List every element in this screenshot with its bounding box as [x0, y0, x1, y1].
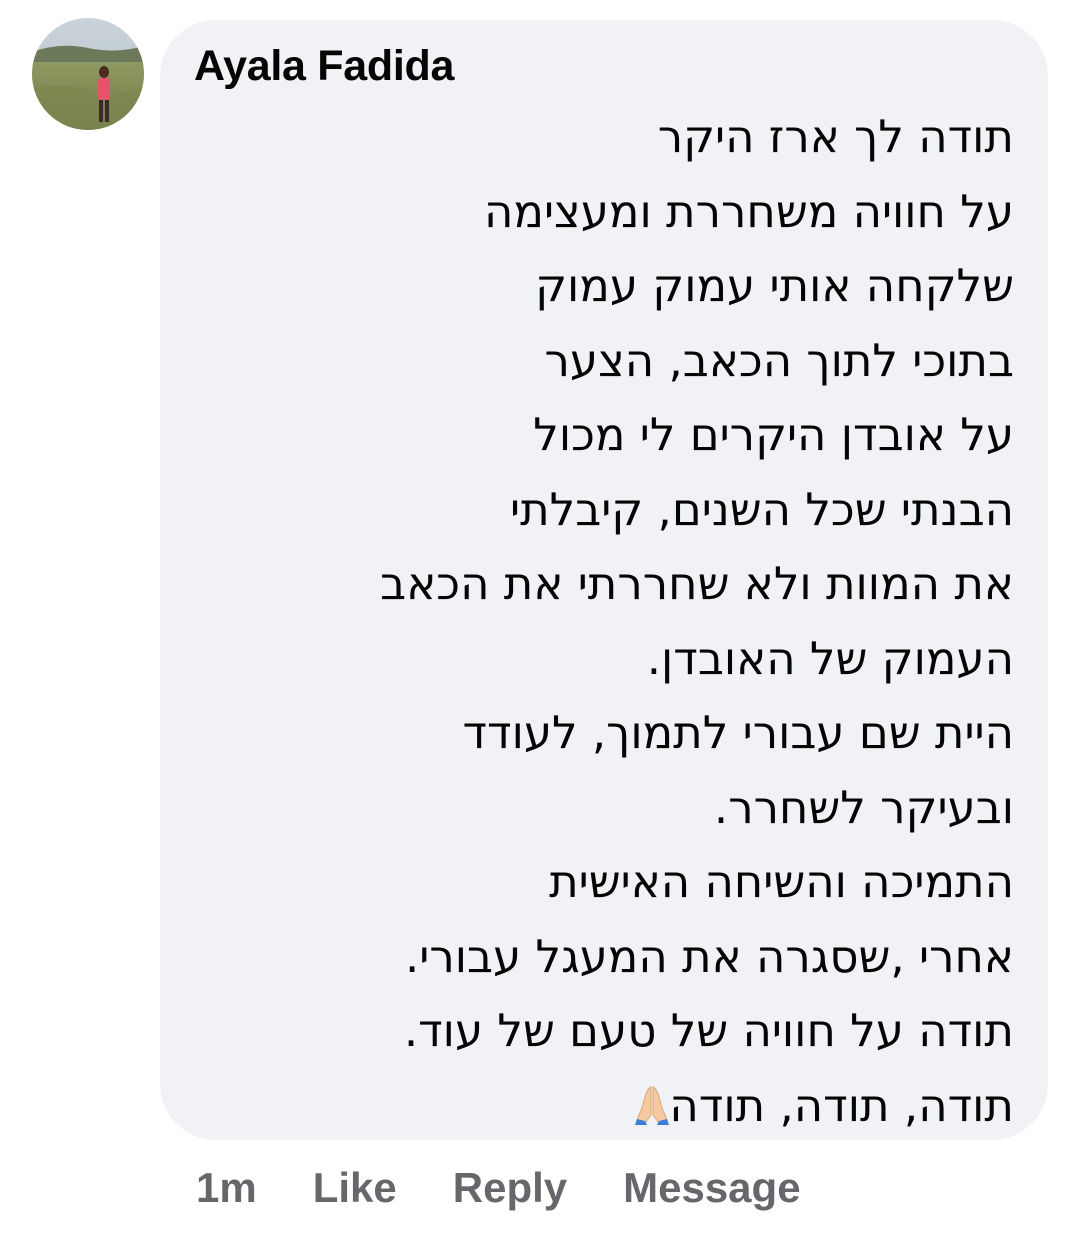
comment-timestamp[interactable]: 1m: [196, 1164, 257, 1212]
comment-line: אחרי ,שסגרה את המעגל עבורי.: [404, 929, 1014, 983]
comment-line: ובעיקר לשחרר.: [713, 780, 1014, 834]
comment-line: היית שם עבורי לתמוך, לעודד: [462, 706, 1014, 759]
comment-line: את המוות ולא שחררתי את הכאב: [380, 557, 1014, 610]
comment-line-last: תודה, תודה, תודה: [254, 1069, 1014, 1144]
comment-body: תודה לך ארז היקר על חוויה משחררת ומעצימה…: [254, 100, 1014, 1143]
comment-actions: 1m Like Reply Message: [196, 1160, 801, 1216]
comment-line: שלקחה אותי עמוק עמוק: [535, 259, 1014, 312]
message-button[interactable]: Message: [623, 1164, 800, 1212]
avatar-photo-icon: [32, 18, 144, 130]
comment: Ayala Fadida תודה לך ארז היקר על חוויה מ…: [0, 0, 1080, 1254]
comment-line: התמיכה והשיחה האישית: [549, 855, 1014, 908]
comment-line-text: תודה, תודה, תודה: [669, 1078, 1014, 1132]
comment-author[interactable]: Ayala Fadida: [194, 38, 454, 94]
comment-line: על חוויה משחררת ומעצימה: [484, 184, 1014, 238]
comment-line: העמוק של האובדן.: [646, 631, 1014, 685]
like-button[interactable]: Like: [313, 1164, 397, 1212]
comment-line: תודה על חוויה של טעם של עוד.: [403, 1004, 1014, 1057]
reply-button[interactable]: Reply: [453, 1164, 567, 1212]
comment-line: על אובדן היקרים לי מכול: [533, 408, 1014, 461]
comment-line: בתוכי לתוך הכאב, הצער: [544, 333, 1014, 387]
comment-line: הבנתי שכל השנים, קיבלתי: [510, 482, 1014, 536]
comment-line: תודה לך ארז היקר: [657, 110, 1014, 163]
folded-hands-icon: [635, 1073, 670, 1148]
avatar[interactable]: [32, 18, 144, 130]
